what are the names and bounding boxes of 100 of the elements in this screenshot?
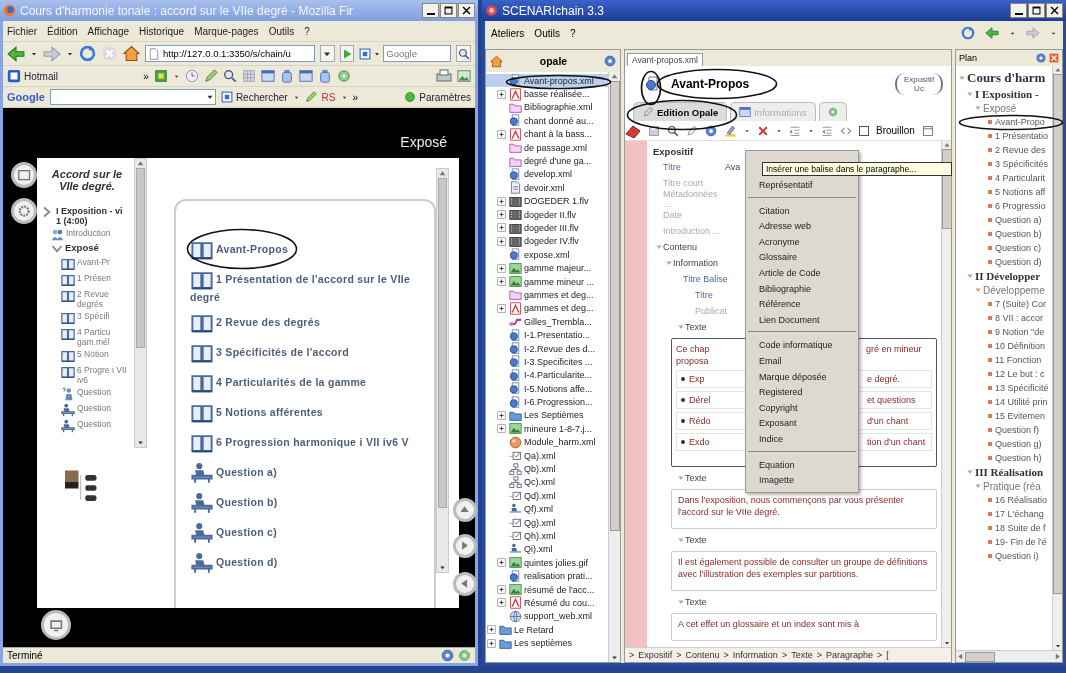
bookmark-link[interactable]: Hotmail	[7, 69, 58, 83]
file-tree-item[interactable]: Module_harm.xml	[486, 435, 608, 449]
outline-item[interactable]: 4 Particularit	[956, 171, 1052, 185]
file-tree-item[interactable]: Qc).xml	[486, 475, 608, 490]
menu-item[interactable]: Lien Document	[746, 311, 858, 328]
menu-item[interactable]: Exposant	[746, 415, 858, 431]
overflow-chevron[interactable]: »	[352, 91, 359, 103]
outline-item[interactable]: 2 Revue des	[956, 143, 1052, 157]
file-tree-item[interactable]: de passage.xml	[486, 140, 608, 155]
outline-item[interactable]: 19- Fin de l'é	[956, 535, 1052, 549]
breadcrumb-item[interactable]: Information	[732, 650, 778, 660]
nav-item[interactable]: Avant-Pr	[61, 257, 131, 271]
menu-item[interactable]: ?	[304, 25, 310, 37]
outline-item[interactable]: 1 Présentatio	[956, 129, 1052, 143]
file-tree-item[interactable]: I-2.Revue des d...	[486, 341, 608, 356]
nav-item[interactable]: 6 Progre i VII iv6	[61, 365, 131, 385]
nav-item[interactable]: Question	[61, 419, 131, 433]
file-tree-item[interactable]: develop.xml	[486, 167, 608, 182]
nav-item[interactable]: 3 Spécifi	[61, 311, 131, 325]
file-tree-item[interactable]: gammes et deg...	[486, 301, 608, 316]
outline-link[interactable]: 2 Revue des degrés	[190, 312, 321, 334]
file-tree-item[interactable]: dogeder III.flv	[486, 221, 608, 235]
nav-item[interactable]: 1 Présen	[61, 273, 131, 287]
outline-item[interactable]: Question h)	[956, 451, 1052, 465]
menu-item[interactable]: Outils	[268, 25, 295, 37]
url-field[interactable]: http://127.0.0.1:3350/s/chain/u	[145, 45, 315, 62]
menu-item[interactable]: Equation	[746, 456, 858, 473]
outline-item[interactable]: Question i)	[956, 549, 1052, 563]
outline-item[interactable]: Pratique (réa	[956, 479, 1052, 493]
file-tree-item[interactable]: Qd).xml	[486, 489, 608, 503]
outline-item[interactable]: 5 Notions aff	[956, 185, 1052, 199]
overflow-chevron[interactable]: »	[143, 70, 149, 82]
file-tree-item[interactable]: chant donné au...	[486, 114, 608, 128]
outline-item[interactable]: III Réalisation	[956, 465, 1052, 479]
outline-item[interactable]: 11 Fonction	[956, 353, 1052, 367]
menu-item[interactable]: Imagette	[746, 472, 858, 488]
outline-link[interactable]: 3 Spécificités de l'accord	[190, 342, 349, 364]
outline-item[interactable]: 14 Utilité prin	[956, 395, 1052, 409]
menu-item[interactable]: Historique	[139, 25, 185, 37]
outline-item[interactable]: 17 L'échang	[956, 507, 1052, 521]
document-tab[interactable]: Avant-propos.xml	[627, 53, 703, 66]
breadcrumb-item[interactable]: [	[886, 650, 889, 660]
outline-item[interactable]: 3 Spécificités	[956, 157, 1052, 171]
breadcrumb-item[interactable]: Expositif	[638, 650, 673, 660]
outline-link[interactable]: 4 Particularités de la gamme	[190, 372, 367, 394]
file-tree-item[interactable]: realisation prati...	[486, 569, 608, 583]
file-tree-item[interactable]: Qa).xml	[486, 448, 608, 463]
file-tree-item[interactable]: Qb).xml	[486, 462, 608, 476]
outline-item[interactable]: 6 Progressio	[956, 199, 1052, 213]
outline-item[interactable]: Exposé	[956, 101, 1052, 115]
outline-item[interactable]: II Développer	[956, 269, 1052, 283]
file-tree-item[interactable]: mineure 1-8-7.j...	[486, 422, 608, 436]
menu-item[interactable]: Email	[746, 352, 858, 369]
outline-link[interactable]: 6 Progression harmonique i VII iv6 V	[190, 432, 409, 454]
file-tree-item[interactable]: dogeder IV.flv	[486, 234, 608, 249]
file-tree-item[interactable]: Les septièmes	[486, 636, 608, 650]
rs-button[interactable]: RS	[321, 91, 336, 103]
nav-item[interactable]: Exposé	[51, 243, 121, 255]
menu-item[interactable]: Outils	[534, 27, 560, 39]
file-tree-item[interactable]: gamme majeur...	[486, 261, 608, 275]
breadcrumb-item[interactable]: Paragraphe	[825, 650, 873, 660]
tab[interactable]: Edition Opale	[633, 102, 728, 121]
file-tree-item[interactable]: Gilles_Trembla...	[486, 315, 608, 329]
menu-item[interactable]: Représentatif	[746, 177, 858, 193]
outline-item[interactable]: I Exposition -	[956, 87, 1052, 101]
outline-link[interactable]: Question a)	[190, 462, 278, 484]
file-tree-item[interactable]: Résumé du cou...	[486, 596, 608, 610]
search-button[interactable]: Rechercher	[220, 91, 288, 103]
menu-item[interactable]: Bibliographie	[746, 280, 858, 297]
outline-item[interactable]: 9 Notion "de	[956, 325, 1052, 339]
outline-item[interactable]: Cours d'harm	[956, 69, 1052, 87]
file-tree-item[interactable]: I-5.Notions affe...	[486, 382, 608, 396]
menu-item[interactable]: Indice	[746, 430, 858, 447]
menu-item[interactable]: Référence	[746, 296, 858, 312]
file-tree-item[interactable]: résumé de l'acc...	[486, 582, 608, 597]
menu-item[interactable]: Ateliers	[491, 27, 525, 39]
menu-item[interactable]: Citation	[746, 202, 858, 219]
menu-item[interactable]: Affichage	[87, 25, 130, 37]
outline-item[interactable]: 10 Définition	[956, 339, 1052, 353]
file-tree-item[interactable]: Qi).xml	[486, 542, 608, 557]
file-tree-item[interactable]: DOGEDER 1.flv	[486, 194, 608, 208]
menu-item[interactable]: Registered	[746, 384, 858, 400]
file-tree-item[interactable]: quintes jolies.gif	[486, 556, 608, 570]
file-tree-item[interactable]: chant à la bass...	[486, 127, 608, 141]
menu-item[interactable]: Marque déposée	[746, 368, 858, 385]
file-tree-item[interactable]: I-4.Particularite...	[486, 368, 608, 382]
outline-item[interactable]: Développeme	[956, 283, 1052, 297]
file-tree-item[interactable]: Les Septièmes	[486, 408, 608, 423]
outline-item[interactable]: Question a)	[956, 213, 1052, 227]
menu-item[interactable]: ?	[569, 27, 576, 39]
file-tree-item[interactable]: Bibliographie.xml	[486, 100, 608, 115]
file-tree-item[interactable]: gamme mineur ...	[486, 274, 608, 289]
menu-item[interactable]: Acronyme	[746, 233, 858, 250]
outline-item[interactable]: 13 Spécificité	[956, 381, 1052, 395]
outline-item[interactable]: 12 Le but : c	[956, 367, 1052, 381]
file-tree-item[interactable]: I-6.Progression...	[486, 395, 608, 409]
outline-link[interactable]: 5 Notions afférentes	[190, 402, 323, 424]
file-tree-item[interactable]: I-3.Specificites ...	[486, 355, 608, 369]
outline-item[interactable]: 8 VII : accor	[956, 311, 1052, 325]
file-tree-item[interactable]: support_web.xml	[486, 609, 608, 623]
